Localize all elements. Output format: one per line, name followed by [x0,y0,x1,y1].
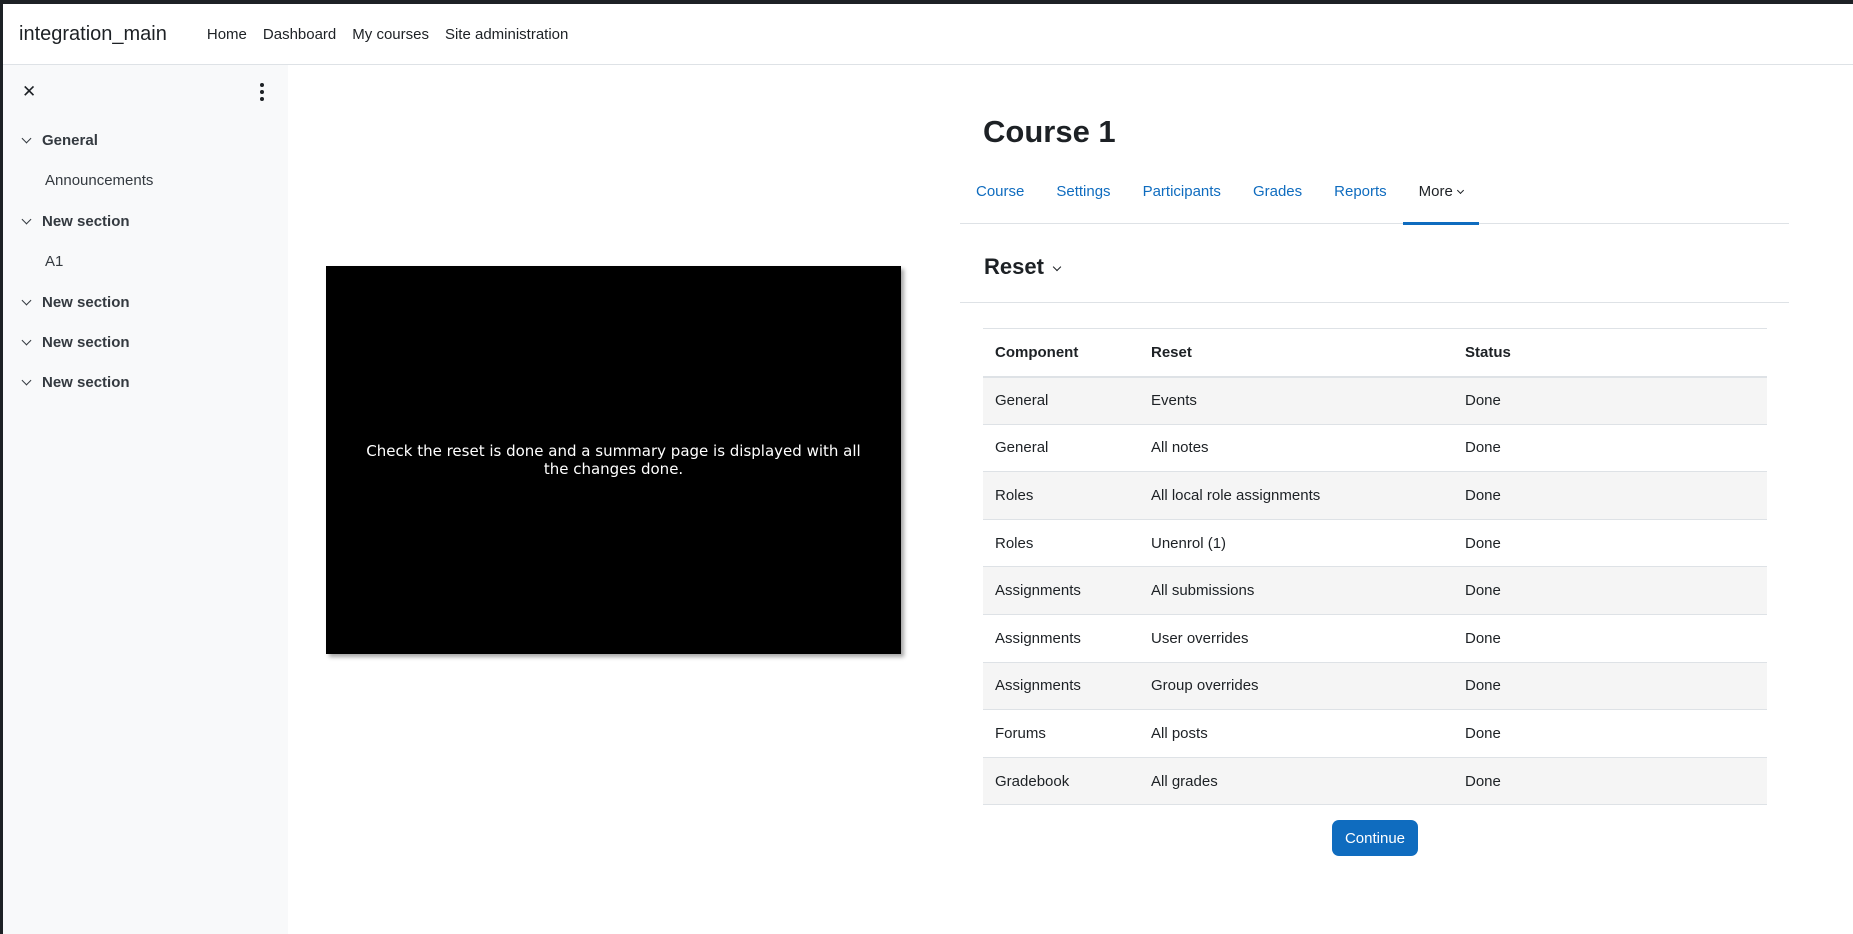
cell-component: Assignments [983,662,1139,711]
chevron-down-icon[interactable] [21,335,32,345]
cell-reset: Unenrol (1) [1139,519,1453,568]
table-row: General All notes Done [983,424,1767,473]
tab-grades[interactable]: Grades [1237,172,1318,224]
course-index-drawer: ✕ General Announcements New section A1 N… [3,65,288,934]
site-brand[interactable]: integration_main [19,23,167,46]
cell-status: Done [1453,709,1767,758]
cell-component: Assignments [983,566,1139,615]
table-row: Assignments User overrides Done [983,614,1767,663]
chevron-down-icon [1052,262,1062,272]
section-title: New section [42,212,130,230]
cell-reset: Group overrides [1139,662,1453,711]
cell-reset: All notes [1139,424,1453,473]
tab-course[interactable]: Course [960,172,1040,224]
cell-status: Done [1453,566,1767,615]
cell-component: Roles [983,519,1139,568]
tab-settings[interactable]: Settings [1040,172,1126,224]
course-index-item-announcements[interactable]: Announcements [3,160,288,201]
course-index-section-new-2[interactable]: New section [3,282,288,322]
tab-more-label: More [1418,183,1453,200]
cell-status: Done [1453,424,1767,473]
table-row: Roles Unenrol (1) Done [983,519,1767,568]
course-index-section-new-1[interactable]: New section [3,201,288,241]
course-index-item-a1[interactable]: A1 [3,241,288,282]
chevron-down-icon[interactable] [21,133,32,143]
table-row: Gradebook All grades Done [983,757,1767,806]
cell-status: Done [1453,471,1767,520]
reset-heading-label: Reset [984,254,1044,279]
section-title: New section [42,373,130,391]
page-heading-bar: Reset [960,248,1789,303]
nav-my-courses-link[interactable]: My courses [344,26,437,43]
chevron-down-icon[interactable] [21,375,32,385]
cell-reset: User overrides [1139,614,1453,663]
cell-component: Forums [983,709,1139,758]
table-header-row: Component Reset Status [983,328,1767,378]
chevron-down-icon [1456,186,1464,195]
cell-reset: Events [1139,376,1453,425]
table-row: Assignments All submissions Done [983,566,1767,615]
section-title: General [42,131,98,149]
cell-component: Gradebook [983,757,1139,806]
table-row: General Events Done [983,376,1767,425]
section-title: New section [42,333,130,351]
section-title: New section [42,293,130,311]
cell-status: Done [1453,376,1767,425]
cell-status: Done [1453,614,1767,663]
cell-component: Roles [983,471,1139,520]
cell-reset: All grades [1139,757,1453,806]
video-caption: Check the reset is done and a summary pa… [366,442,861,478]
tab-more[interactable]: More [1402,172,1480,225]
course-index-section-general[interactable]: General [3,120,288,160]
kebab-menu-icon[interactable] [258,83,266,101]
cell-reset: All local role assignments [1139,471,1453,520]
cell-component: Assignments [983,614,1139,663]
cell-reset: All posts [1139,709,1453,758]
nav-dashboard-link[interactable]: Dashboard [255,26,344,43]
nav-home-link[interactable]: Home [199,26,255,43]
cell-status: Done [1453,519,1767,568]
tab-participants[interactable]: Participants [1127,172,1237,224]
chevron-down-icon[interactable] [21,214,32,224]
cell-status: Done [1453,757,1767,806]
cell-reset: All submissions [1139,566,1453,615]
cell-component: General [983,424,1139,473]
course-secondary-navigation: Course Settings Participants Grades Repo… [960,172,1789,225]
reset-status-table: Component Reset Status General Events Do… [983,328,1767,806]
video-overlay: Check the reset is done and a summary pa… [326,266,901,654]
course-index-section-new-3[interactable]: New section [3,322,288,362]
column-header-reset: Reset [1139,328,1453,378]
column-header-component: Component [983,328,1139,378]
table-row: Assignments Group overrides Done [983,662,1767,711]
close-icon[interactable]: ✕ [22,82,36,102]
course-index-section-new-4[interactable]: New section [3,362,288,402]
reset-heading-dropdown[interactable]: Reset [984,254,1062,280]
cell-status: Done [1453,662,1767,711]
tab-reports[interactable]: Reports [1318,172,1403,224]
nav-site-administration-link[interactable]: Site administration [437,26,576,43]
course-index: General Announcements New section A1 New… [3,120,288,402]
table-row: Roles All local role assignments Done [983,471,1767,520]
table-row: Forums All posts Done [983,709,1767,758]
continue-button[interactable]: Continue [1332,820,1418,856]
chevron-down-icon[interactable] [21,295,32,305]
top-navbar: integration_main Home Dashboard My cours… [3,4,1853,65]
column-header-status: Status [1453,328,1767,378]
primary-navigation: Home Dashboard My courses Site administr… [199,26,577,43]
page-title: Course 1 [983,114,1116,149]
cell-component: General [983,376,1139,425]
